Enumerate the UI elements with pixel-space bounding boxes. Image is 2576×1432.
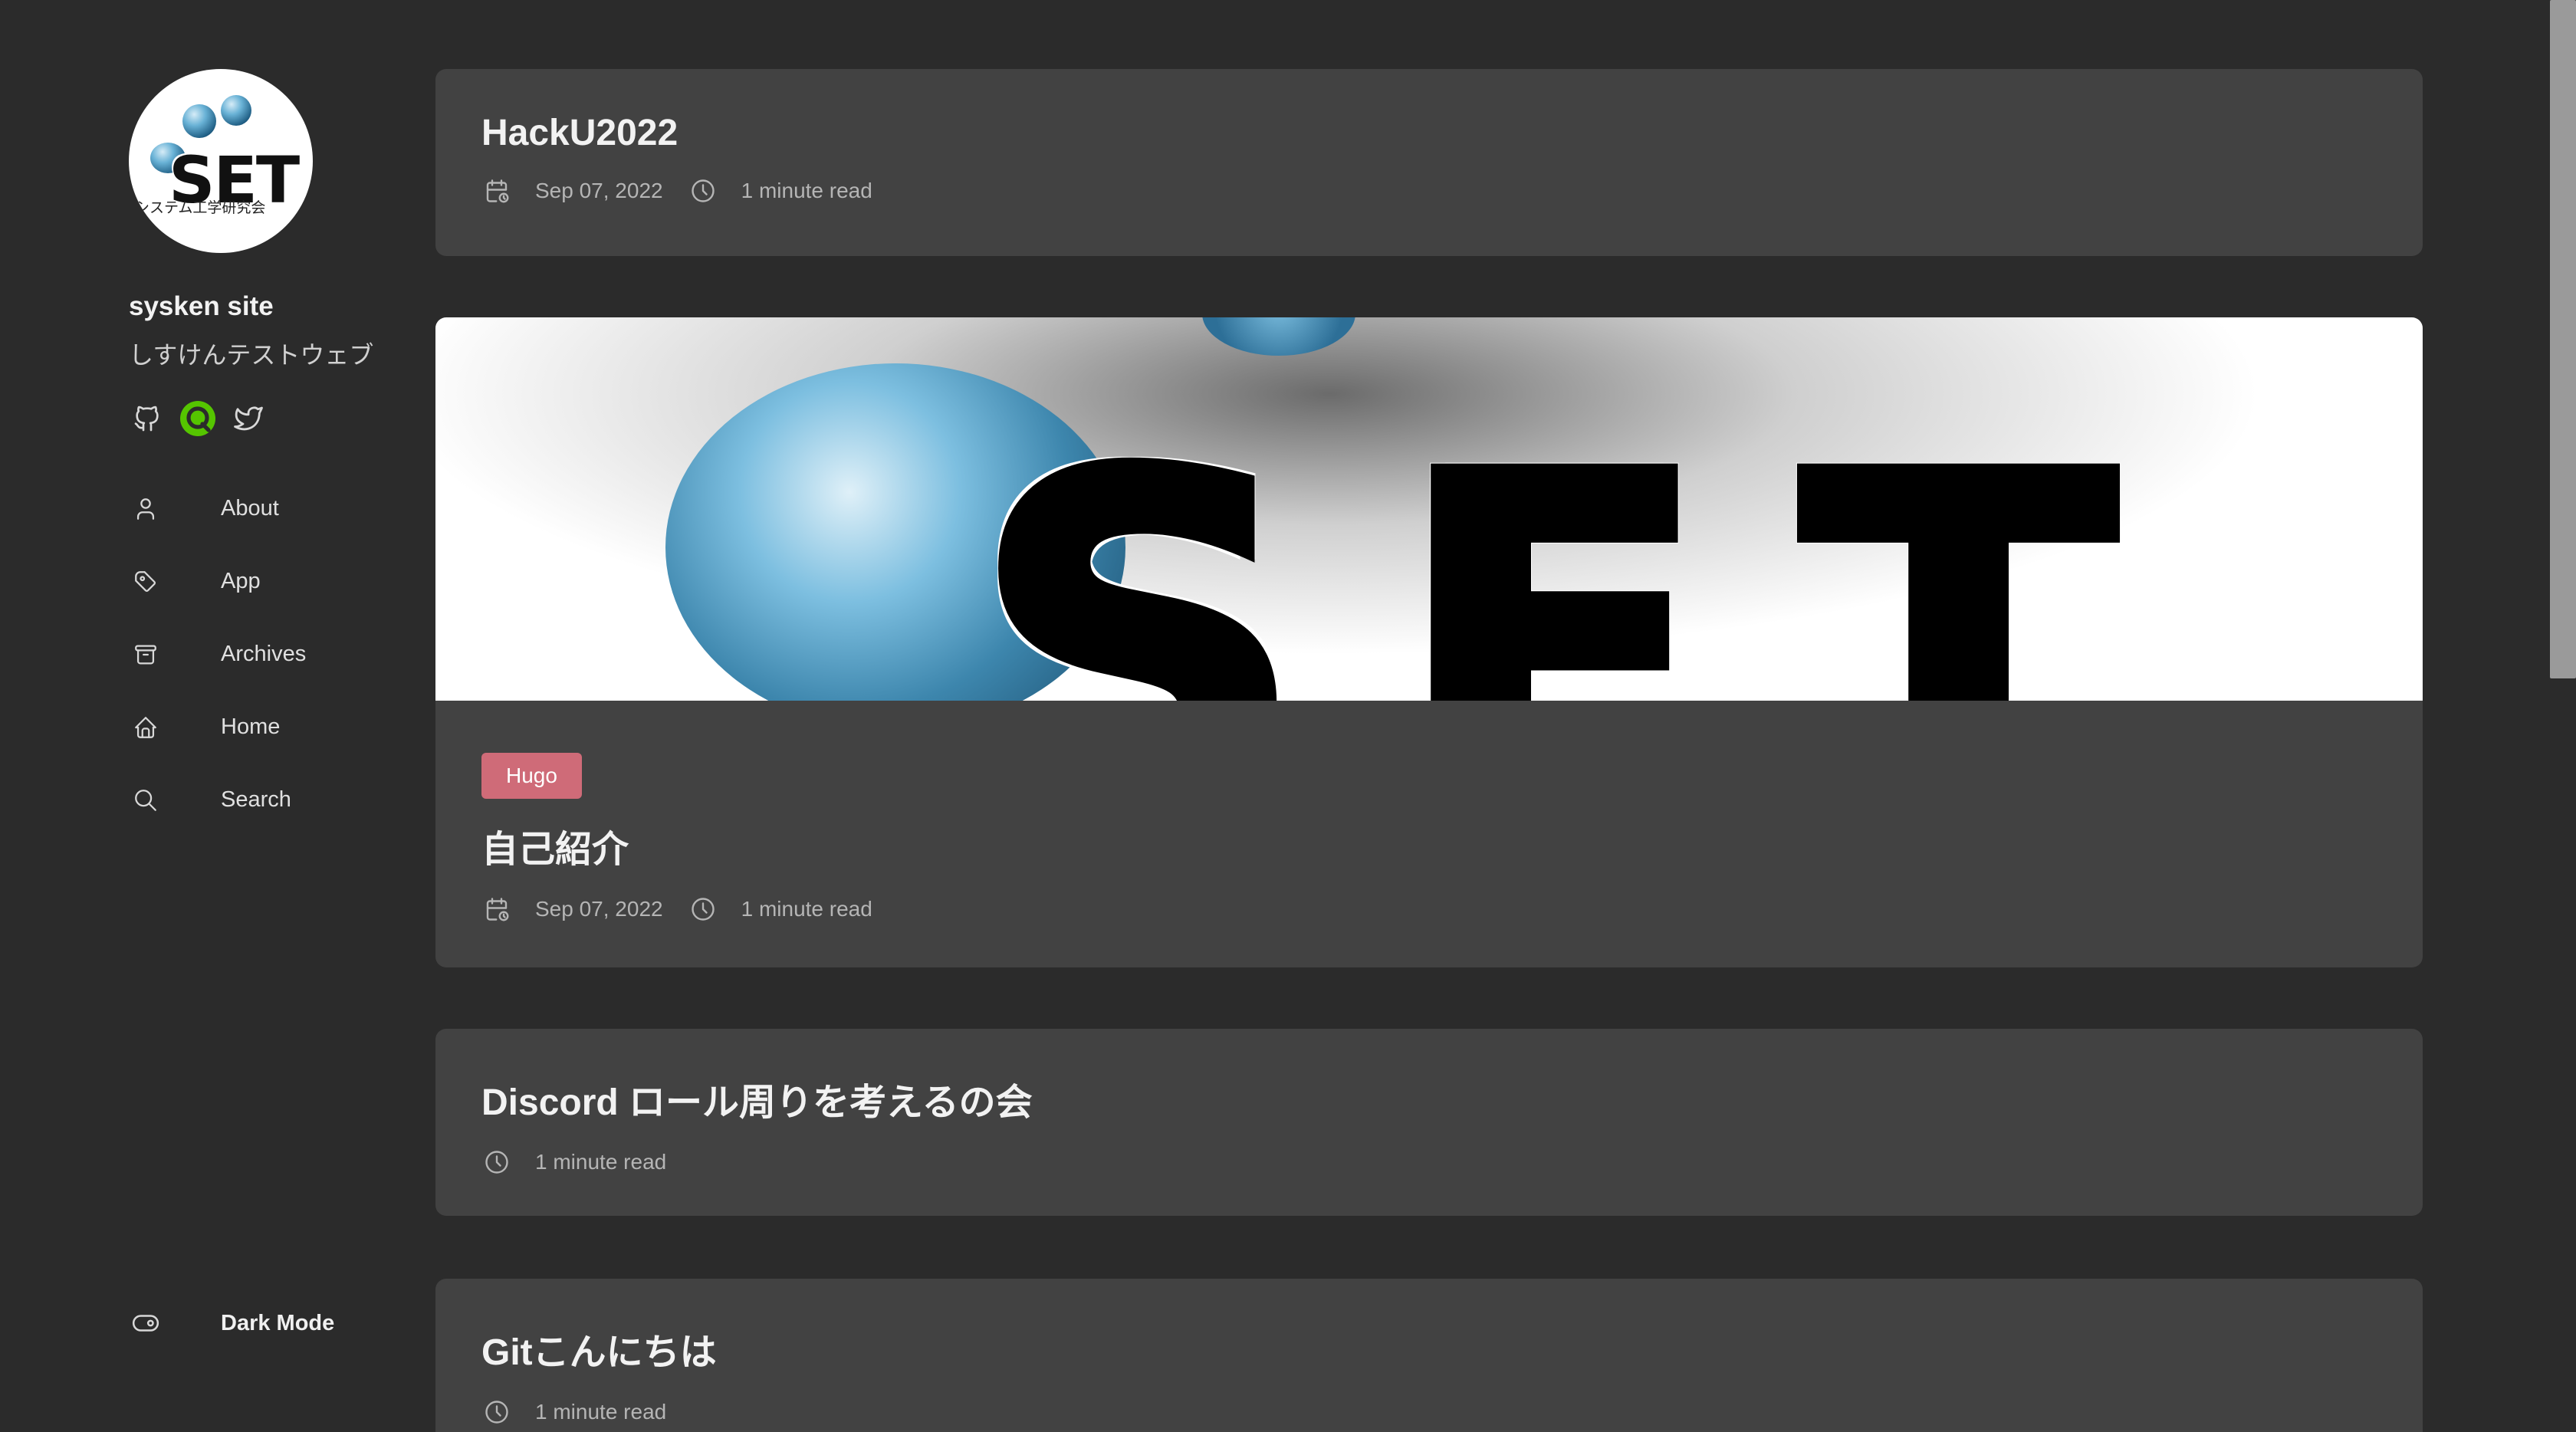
nav-label-app: App bbox=[221, 569, 261, 593]
search-icon bbox=[129, 783, 163, 817]
post-meta: 1 minute read bbox=[481, 1397, 2377, 1427]
nav-item-home[interactable]: Home bbox=[129, 691, 405, 764]
post-cover-image[interactable]: SET bbox=[435, 317, 2423, 701]
post-meta: 1 minute read bbox=[481, 1147, 2377, 1177]
post-title[interactable]: HackU2022 bbox=[481, 112, 2377, 154]
clock-icon bbox=[688, 894, 718, 925]
logo-ball bbox=[182, 104, 216, 138]
main-nav: About App Archives Home Search bbox=[129, 472, 405, 836]
calendar-icon bbox=[481, 176, 512, 206]
tag-icon bbox=[129, 565, 163, 599]
nav-label-archives: Archives bbox=[221, 642, 307, 666]
post-read-time: 1 minute read bbox=[741, 897, 872, 921]
post-read-time: 1 minute read bbox=[741, 179, 872, 202]
logo-ball bbox=[221, 95, 251, 126]
clock-icon bbox=[481, 1147, 512, 1177]
post-title[interactable]: Discord ロール周りを考えるの会 bbox=[481, 1072, 2377, 1125]
post-title[interactable]: 自己紹介 bbox=[481, 819, 2377, 872]
nav-item-app[interactable]: App bbox=[129, 545, 405, 618]
toggle-icon bbox=[129, 1306, 163, 1340]
cover-logo-text: SET bbox=[965, 379, 2208, 701]
social-links bbox=[129, 400, 405, 437]
user-icon bbox=[129, 492, 163, 526]
github-icon[interactable] bbox=[129, 400, 166, 437]
sidebar: SET システム工学研究会 sysken site しすけんテストウェブ Abo… bbox=[129, 69, 405, 1388]
post-card[interactable]: SET Hugo 自己紹介 Sep 07, 2022 1 minute read bbox=[435, 317, 2423, 967]
home-icon bbox=[129, 711, 163, 744]
nav-label-home: Home bbox=[221, 714, 281, 739]
post-card[interactable]: Gitこんにちは 1 minute read bbox=[435, 1279, 2423, 1432]
post-tag[interactable]: Hugo bbox=[481, 753, 582, 799]
post-read-time: 1 minute read bbox=[535, 1150, 667, 1174]
nav-label-about: About bbox=[221, 496, 279, 521]
site-name[interactable]: sysken site bbox=[129, 291, 405, 322]
post-card[interactable]: Discord ロール周りを考えるの会 1 minute read bbox=[435, 1029, 2423, 1216]
clock-icon bbox=[688, 176, 718, 206]
avatar-logo-subtext: システム工学研究会 bbox=[135, 200, 266, 216]
clock-icon bbox=[481, 1397, 512, 1427]
nav-item-about[interactable]: About bbox=[129, 472, 405, 545]
post-meta: Sep 07, 2022 1 minute read bbox=[481, 176, 2377, 206]
nav-item-search[interactable]: Search bbox=[129, 764, 405, 836]
cover-ball bbox=[1202, 317, 1355, 356]
dark-mode-toggle[interactable]: Dark Mode bbox=[129, 1306, 334, 1340]
archive-icon bbox=[129, 638, 163, 672]
post-read-time: 1 minute read bbox=[535, 1400, 667, 1424]
avatar[interactable]: SET システム工学研究会 bbox=[129, 69, 313, 253]
nav-label-search: Search bbox=[221, 787, 291, 812]
post-date: Sep 07, 2022 bbox=[535, 179, 663, 202]
post-meta: Sep 07, 2022 1 minute read bbox=[481, 894, 2377, 925]
site-description: しすけんテストウェブ bbox=[129, 341, 374, 369]
twitter-icon[interactable] bbox=[230, 400, 267, 437]
post-card[interactable]: HackU2022 Sep 07, 2022 1 minute read bbox=[435, 69, 2423, 256]
post-date: Sep 07, 2022 bbox=[535, 897, 663, 921]
post-title[interactable]: Gitこんにちは bbox=[481, 1322, 2377, 1375]
page: SET システム工学研究会 sysken site しすけんテストウェブ Abo… bbox=[0, 0, 2576, 1432]
qiita-icon[interactable] bbox=[179, 400, 216, 437]
dark-mode-label: Dark Mode bbox=[221, 1310, 335, 1335]
scrollbar-thumb[interactable] bbox=[2550, 0, 2576, 678]
nav-item-archives[interactable]: Archives bbox=[129, 618, 405, 691]
calendar-icon bbox=[481, 894, 512, 925]
